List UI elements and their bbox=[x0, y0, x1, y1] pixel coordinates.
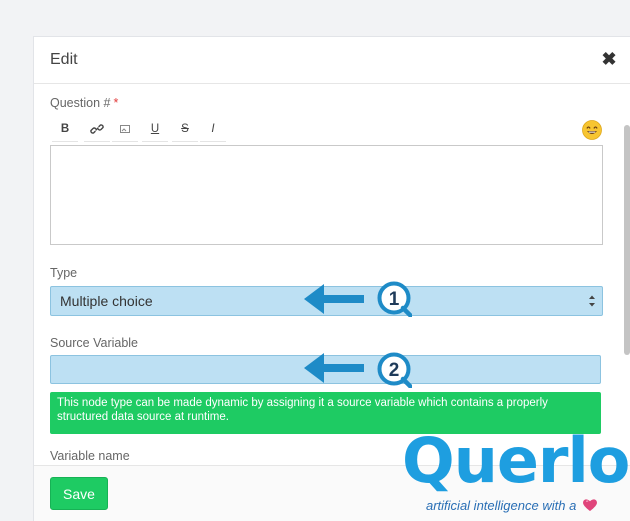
type-label: Type bbox=[50, 266, 78, 280]
source-variable-label: Source Variable bbox=[50, 336, 139, 350]
bold-button[interactable]: B bbox=[52, 117, 78, 142]
close-icon[interactable]: ✖ bbox=[601, 50, 617, 68]
save-button[interactable]: Save bbox=[50, 477, 108, 510]
italic-button[interactable]: I bbox=[200, 117, 226, 142]
type-select-value: Multiple choice bbox=[60, 293, 153, 309]
scroll-thumb[interactable] bbox=[624, 125, 630, 355]
logo-wordmark: Querlo bbox=[402, 424, 630, 497]
logo-tagline: artificial intelligence with a bbox=[426, 498, 598, 513]
annotation-badge-1: 1 bbox=[377, 281, 412, 317]
annotation-badge-2: 2 bbox=[377, 352, 412, 388]
badge-1-number: 1 bbox=[389, 289, 400, 310]
select-caret-icon bbox=[589, 295, 595, 307]
badge-2-number: 2 bbox=[389, 360, 400, 381]
annotation-arrow-2 bbox=[304, 353, 364, 383]
variable-name-label: Variable name bbox=[50, 449, 130, 463]
annotation-arrow-1 bbox=[304, 284, 364, 314]
strikethrough-button[interactable]: S bbox=[172, 117, 198, 142]
required-mark: * bbox=[113, 96, 119, 110]
heart-icon bbox=[582, 499, 597, 511]
logo-tagline-text: artificial intelligence with a bbox=[426, 498, 577, 513]
underline-button[interactable]: U bbox=[142, 117, 168, 142]
emoji-icon[interactable] bbox=[582, 120, 602, 140]
question-editor[interactable] bbox=[50, 145, 603, 245]
querlo-logo: Querlo artificial intelligence with a bbox=[402, 424, 630, 520]
question-label: Question # * bbox=[50, 96, 118, 110]
dialog-scrollbar[interactable] bbox=[622, 83, 630, 465]
question-label-text: Question # bbox=[50, 96, 111, 110]
link-icon[interactable] bbox=[84, 117, 110, 142]
dialog-title: Edit bbox=[50, 51, 78, 68]
image-icon[interactable] bbox=[112, 117, 138, 142]
dialog-header: Edit ✖ bbox=[34, 37, 630, 84]
editor-toolbar: B U S I bbox=[50, 117, 602, 143]
